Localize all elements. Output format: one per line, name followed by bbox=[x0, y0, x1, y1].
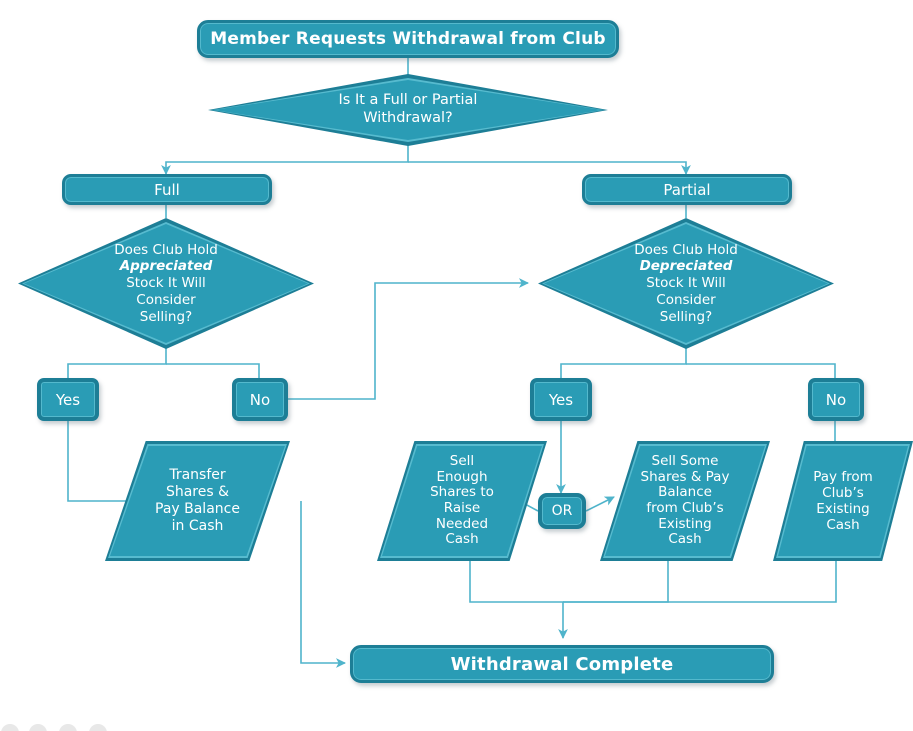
node-decision-withdrawal-type-label: Is It a Full or Partial Withdrawal? bbox=[260, 92, 556, 128]
node-left-yes[interactable]: Yes bbox=[37, 378, 99, 421]
sell-some-line-4: from Club’s bbox=[646, 500, 724, 516]
node-start[interactable]: Member Requests Withdrawal from Club bbox=[197, 20, 619, 58]
node-right-yes[interactable]: Yes bbox=[530, 378, 592, 421]
node-sell-enough-shares[interactable]: Sell Enough Shares to Raise Needed Cash bbox=[377, 441, 547, 561]
wire-depreciated-to-yes bbox=[560, 348, 687, 378]
depreciated-emphasis: Depreciated bbox=[639, 258, 733, 275]
appreciated-emphasis: Appreciated bbox=[119, 258, 213, 275]
sell-enough-line-2: Enough bbox=[436, 468, 488, 485]
wire-leftno-to-depreciated bbox=[288, 278, 529, 400]
node-end[interactable]: Withdrawal Complete bbox=[350, 645, 774, 683]
node-left-no[interactable]: No bbox=[232, 378, 288, 421]
footer-dot bbox=[59, 724, 77, 731]
sell-enough-line-3: Shares to bbox=[430, 484, 494, 501]
decision-line-2: Withdrawal? bbox=[363, 110, 453, 126]
node-sell-enough-shares-label: Sell Enough Shares to Raise Needed Cash bbox=[391, 453, 534, 548]
node-full[interactable]: Full bbox=[62, 174, 272, 205]
wire-depreciated-to-no bbox=[686, 363, 836, 378]
sell-some-line-1: Sell Some bbox=[651, 453, 719, 470]
transfer-line-3: Pay Balance bbox=[155, 501, 240, 517]
node-partial[interactable]: Partial bbox=[582, 174, 792, 205]
pay-line-3: Existing bbox=[816, 501, 870, 517]
depreciated-line-5: Selling? bbox=[659, 308, 713, 325]
wire-sell-some-to-end bbox=[563, 560, 669, 603]
node-right-no[interactable]: No bbox=[808, 378, 864, 421]
appreciated-line-3: Stock It Will bbox=[126, 275, 206, 292]
sell-some-line-6: Cash bbox=[668, 531, 702, 548]
node-full-label: Full bbox=[154, 180, 180, 199]
sell-some-line-2: Shares & Pay bbox=[640, 468, 730, 485]
sell-enough-line-6: Cash bbox=[445, 531, 479, 548]
footer-dot bbox=[89, 724, 107, 731]
depreciated-line-3: Stock It Will bbox=[646, 275, 726, 292]
node-decision-withdrawal-type[interactable]: Is It a Full or Partial Withdrawal? bbox=[208, 74, 608, 146]
wire-decision-to-full bbox=[161, 144, 409, 175]
node-decision-appreciated-label: Does Club Hold Appreciated Stock It Will… bbox=[56, 242, 275, 326]
wire-appreciated-to-no bbox=[166, 363, 260, 378]
wire-transfer-to-end bbox=[300, 501, 346, 668]
flowchart-canvas: Member Requests Withdrawal from Club Is … bbox=[0, 0, 913, 731]
wire-appreciated-to-yes bbox=[67, 348, 167, 378]
node-transfer-shares-label: Transfer Shares & Pay Balance in Cash bbox=[125, 467, 269, 535]
depreciated-line-4: Consider bbox=[656, 291, 716, 308]
pay-line-1: Pay from bbox=[813, 468, 873, 485]
wire-decision-to-partial bbox=[408, 161, 691, 175]
footer-decoration bbox=[1, 724, 107, 731]
node-partial-label: Partial bbox=[663, 180, 711, 199]
pay-line-4: Cash bbox=[826, 517, 860, 534]
transfer-line-4: in Cash bbox=[171, 518, 224, 535]
node-end-label: Withdrawal Complete bbox=[450, 653, 674, 675]
transfer-line-1: Transfer bbox=[169, 466, 226, 483]
appreciated-line-5: Selling? bbox=[139, 308, 193, 325]
depreciated-line-1: Does Club Hold bbox=[634, 241, 738, 258]
node-or-connector[interactable]: OR bbox=[538, 493, 586, 529]
node-decision-depreciated-label: Does Club Hold Depreciated Stock It Will… bbox=[576, 242, 795, 326]
decision-line-1: Is It a Full or Partial bbox=[338, 92, 478, 109]
appreciated-line-4: Consider bbox=[136, 291, 196, 308]
sell-some-line-5: Existing bbox=[658, 515, 712, 532]
sell-enough-line-4: Raise bbox=[443, 500, 481, 516]
footer-dot bbox=[29, 724, 47, 731]
pay-line-2: Club’s bbox=[822, 484, 864, 501]
node-pay-from-existing-cash-label: Pay from Club’s Existing Cash bbox=[784, 469, 902, 534]
sell-enough-line-5: Needed bbox=[435, 515, 489, 532]
node-right-no-label: No bbox=[825, 390, 847, 409]
node-sell-some-shares[interactable]: Sell Some Shares & Pay Balance from Club… bbox=[600, 441, 770, 561]
node-or-connector-label: OR bbox=[551, 503, 573, 519]
node-left-no-label: No bbox=[249, 390, 271, 409]
appreciated-line-1: Does Club Hold bbox=[114, 241, 218, 258]
node-pay-from-existing-cash[interactable]: Pay from Club’s Existing Cash bbox=[773, 441, 913, 561]
transfer-line-2: Shares & bbox=[165, 483, 230, 500]
wire-pay-to-end bbox=[563, 560, 837, 603]
node-right-yes-label: Yes bbox=[548, 390, 574, 409]
node-decision-appreciated[interactable]: Does Club Hold Appreciated Stock It Will… bbox=[18, 218, 314, 349]
node-decision-depreciated[interactable]: Does Club Hold Depreciated Stock It Will… bbox=[538, 218, 834, 349]
sell-some-line-3: Balance bbox=[658, 484, 712, 501]
node-transfer-shares[interactable]: Transfer Shares & Pay Balance in Cash bbox=[105, 441, 290, 561]
node-sell-some-shares-label: Sell Some Shares & Pay Balance from Club… bbox=[612, 453, 758, 548]
node-start-label: Member Requests Withdrawal from Club bbox=[210, 29, 606, 49]
node-left-yes-label: Yes bbox=[55, 390, 81, 409]
wire-sell-enough-to-end bbox=[469, 560, 568, 639]
footer-dot bbox=[1, 724, 19, 731]
sell-enough-line-1: Sell bbox=[449, 453, 475, 470]
